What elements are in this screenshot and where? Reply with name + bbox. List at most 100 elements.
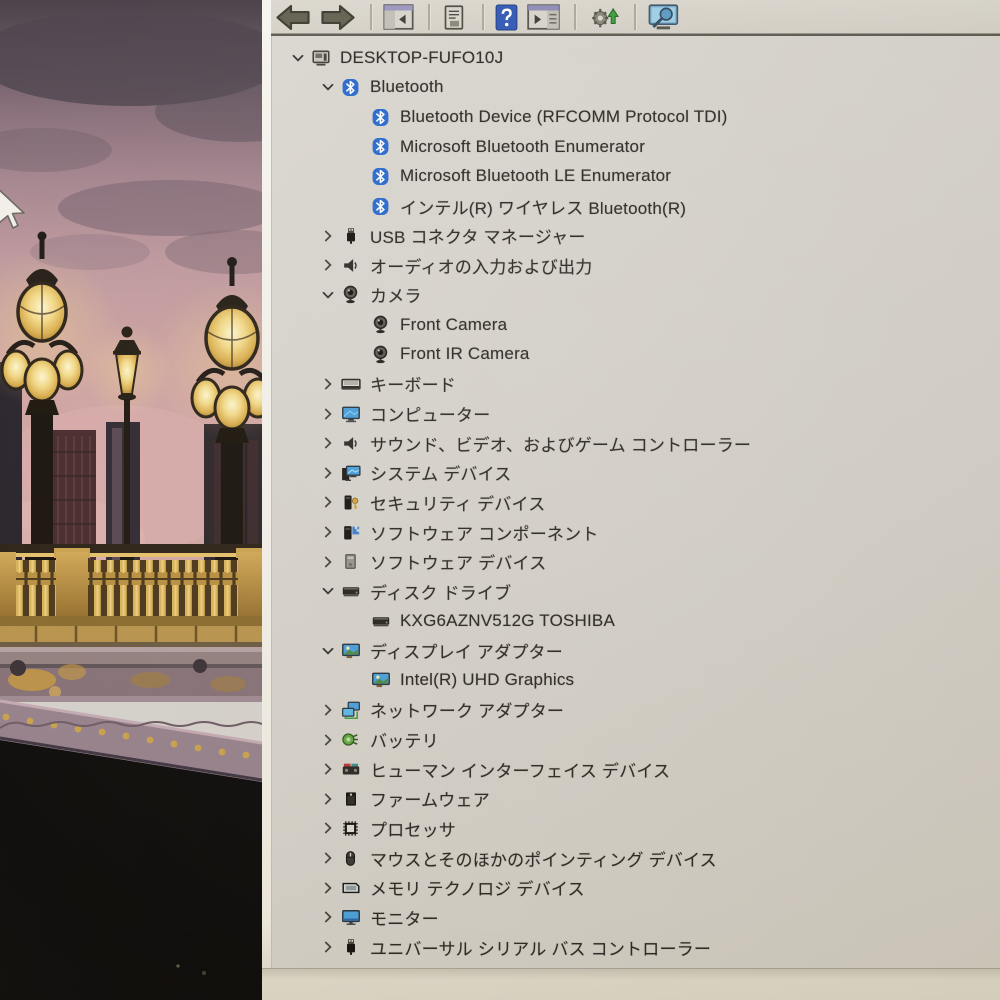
tree-item-usb-connector-manager[interactable]: USB コネクタ マネージャー xyxy=(272,221,1000,251)
bluetooth-icon xyxy=(370,196,391,216)
photographed-laptop-screen: DESKTOP-FUFO10J Bluetooth Bluetooth Device… xyxy=(0,0,1000,1000)
chevron-down-icon[interactable] xyxy=(316,285,340,305)
forward-button[interactable] xyxy=(320,2,356,32)
tree-item-sound-video-game-controllers[interactable]: サウンド、ビデオ、およびゲーム コントローラー xyxy=(272,428,1000,458)
monitor-blue-icon xyxy=(340,404,361,424)
chevron-right-icon[interactable] xyxy=(316,255,340,275)
tree-item-label: KXG6AZNV512G TOSHIBA xyxy=(400,610,616,630)
webcam-icon xyxy=(370,315,391,335)
chevron-right-icon[interactable] xyxy=(316,226,340,246)
chevron-right-icon[interactable] xyxy=(316,700,340,720)
chevron-right-icon[interactable] xyxy=(316,907,340,927)
tree-item-camera[interactable]: カメラ xyxy=(272,280,1000,310)
speaker-icon xyxy=(340,255,361,275)
chevron-right-icon[interactable] xyxy=(316,848,340,868)
tree-item-microsoft-bluetooth-enumerator[interactable]: Microsoft Bluetooth Enumerator xyxy=(272,132,1000,162)
speaker-icon xyxy=(340,433,361,453)
tree-item-intel-uhd-graphics[interactable]: Intel(R) UHD Graphics xyxy=(272,665,1000,695)
tree-item-memory-technology-devices[interactable]: メモリ テクノロジ デバイス xyxy=(272,873,1000,903)
chevron-right-icon[interactable] xyxy=(316,552,340,572)
chevron-right-icon[interactable] xyxy=(316,404,340,424)
gear-green-arrow-icon xyxy=(587,3,620,31)
tree-item-bluetooth[interactable]: Bluetooth xyxy=(272,73,1000,103)
tree-item-human-interface-devices[interactable]: ヒューマン インターフェイス デバイス xyxy=(272,754,1000,784)
usb-plug-icon xyxy=(340,937,361,957)
toolbar-separator xyxy=(370,4,373,30)
back-arrow-icon xyxy=(275,4,311,31)
tree-item-microsoft-bluetooth-le-enumerator[interactable]: Microsoft Bluetooth LE Enumerator xyxy=(272,162,1000,192)
tree-item-label: ファームウェア xyxy=(370,791,490,811)
status-strip xyxy=(262,968,1000,1000)
tree-item-label: キーボード xyxy=(370,376,456,396)
chevron-right-icon[interactable] xyxy=(316,522,340,542)
tree-item-label: ユニバーサル シリアル バス コントローラー xyxy=(370,939,712,959)
chevron-right-icon[interactable] xyxy=(316,878,340,898)
tree-item-computer[interactable]: コンピューター xyxy=(272,399,1000,429)
toolbar-separator xyxy=(482,4,485,30)
help-button[interactable] xyxy=(495,2,518,32)
chevron-right-icon[interactable] xyxy=(316,818,340,838)
toolbar-separator xyxy=(634,4,637,30)
security-key-icon xyxy=(340,492,361,512)
chevron-right-icon[interactable] xyxy=(316,759,340,779)
chevron-right-icon[interactable] xyxy=(316,937,340,957)
tree-item-kxg6aznv512g-toshiba[interactable]: KXG6AZNV512G TOSHIBA xyxy=(272,606,1000,636)
window-right-pane-icon xyxy=(527,4,560,30)
tree-item-label: ソフトウェア デバイス xyxy=(370,554,547,574)
chevron-right-icon[interactable] xyxy=(316,492,340,512)
tree-item-label: バッテリ xyxy=(370,732,439,752)
tree-item-label: DESKTOP-FUFO10J xyxy=(340,47,504,67)
tree-item-network-adapters[interactable]: ネットワーク アダプター xyxy=(272,695,1000,725)
tree-item-universal-serial-bus-controllers[interactable]: ユニバーサル シリアル バス コントローラー xyxy=(272,932,1000,962)
chevron-down-icon[interactable] xyxy=(316,641,340,661)
properties-button[interactable] xyxy=(441,2,468,32)
tree-item-front-camera[interactable]: Front Camera xyxy=(272,310,1000,340)
bluetooth-icon xyxy=(340,77,361,97)
tree-item-keyboard[interactable]: キーボード xyxy=(272,369,1000,399)
chevron-right-icon[interactable] xyxy=(316,730,340,750)
chevron-right-icon[interactable] xyxy=(316,433,340,453)
chevron-down-icon[interactable] xyxy=(316,77,340,97)
chevron-right-icon[interactable] xyxy=(316,463,340,483)
chevron-right-icon[interactable] xyxy=(316,789,340,809)
tree-item-security-devices[interactable]: セキュリティ デバイス xyxy=(272,488,1000,518)
scan-hardware-button[interactable] xyxy=(647,2,682,32)
action-pane-button[interactable] xyxy=(527,2,560,32)
update-driver-button[interactable] xyxy=(587,2,620,32)
tree-item-label: サウンド、ビデオ、およびゲーム コントローラー xyxy=(370,435,752,455)
tree-item-label: プロセッサ xyxy=(370,820,456,840)
console-tree-button[interactable] xyxy=(383,2,414,32)
usb-plug-icon xyxy=(340,226,361,246)
tree-item-display-adapters[interactable]: ディスプレイ アダプター xyxy=(272,636,1000,666)
help-question-icon xyxy=(495,4,518,31)
tree-item-system-devices[interactable]: システム デバイス xyxy=(272,458,1000,488)
tree-item-front-ir-camera[interactable]: Front IR Camera xyxy=(272,339,1000,369)
tree-item-label: メモリ テクノロジ デバイス xyxy=(370,880,585,900)
tree-item-software-devices[interactable]: ソフトウェア デバイス xyxy=(272,547,1000,577)
tree-item-intel-wireless-bluetooth[interactable]: インテル(R) ワイヤレス Bluetooth(R) xyxy=(272,191,1000,221)
tree-item-bluetooth-device-rfcomm[interactable]: Bluetooth Device (RFCOMM Protocol TDI) xyxy=(272,102,1000,132)
tree-item-disk-drives[interactable]: ディスク ドライブ xyxy=(272,577,1000,607)
tree-item-monitors[interactable]: モニター xyxy=(272,903,1000,933)
tree-item-label: モニター xyxy=(370,909,439,929)
tree-item-desktop-fufo10j[interactable]: DESKTOP-FUFO10J xyxy=(272,43,1000,73)
bluetooth-icon xyxy=(370,107,391,127)
chevron-down-icon[interactable] xyxy=(316,581,340,601)
chevron-down-icon[interactable] xyxy=(286,48,310,68)
memory-card-icon xyxy=(340,878,361,898)
tree-item-mice-pointing-devices[interactable]: マウスとそのほかのポインティング デバイス xyxy=(272,843,1000,873)
tree-item-batteries[interactable]: バッテリ xyxy=(272,725,1000,755)
tree-item-software-components[interactable]: ソフトウェア コンポーネント xyxy=(272,517,1000,547)
bluetooth-icon xyxy=(370,166,391,186)
software-component-icon xyxy=(340,522,361,542)
tree-item-processors[interactable]: プロセッサ xyxy=(272,814,1000,844)
tree-item-audio-inputs-outputs[interactable]: オーディオの入力および出力 xyxy=(272,250,1000,280)
chevron-right-icon[interactable] xyxy=(316,374,340,394)
back-button[interactable] xyxy=(275,2,311,32)
tree-item-firmware[interactable]: ファームウェア xyxy=(272,784,1000,814)
